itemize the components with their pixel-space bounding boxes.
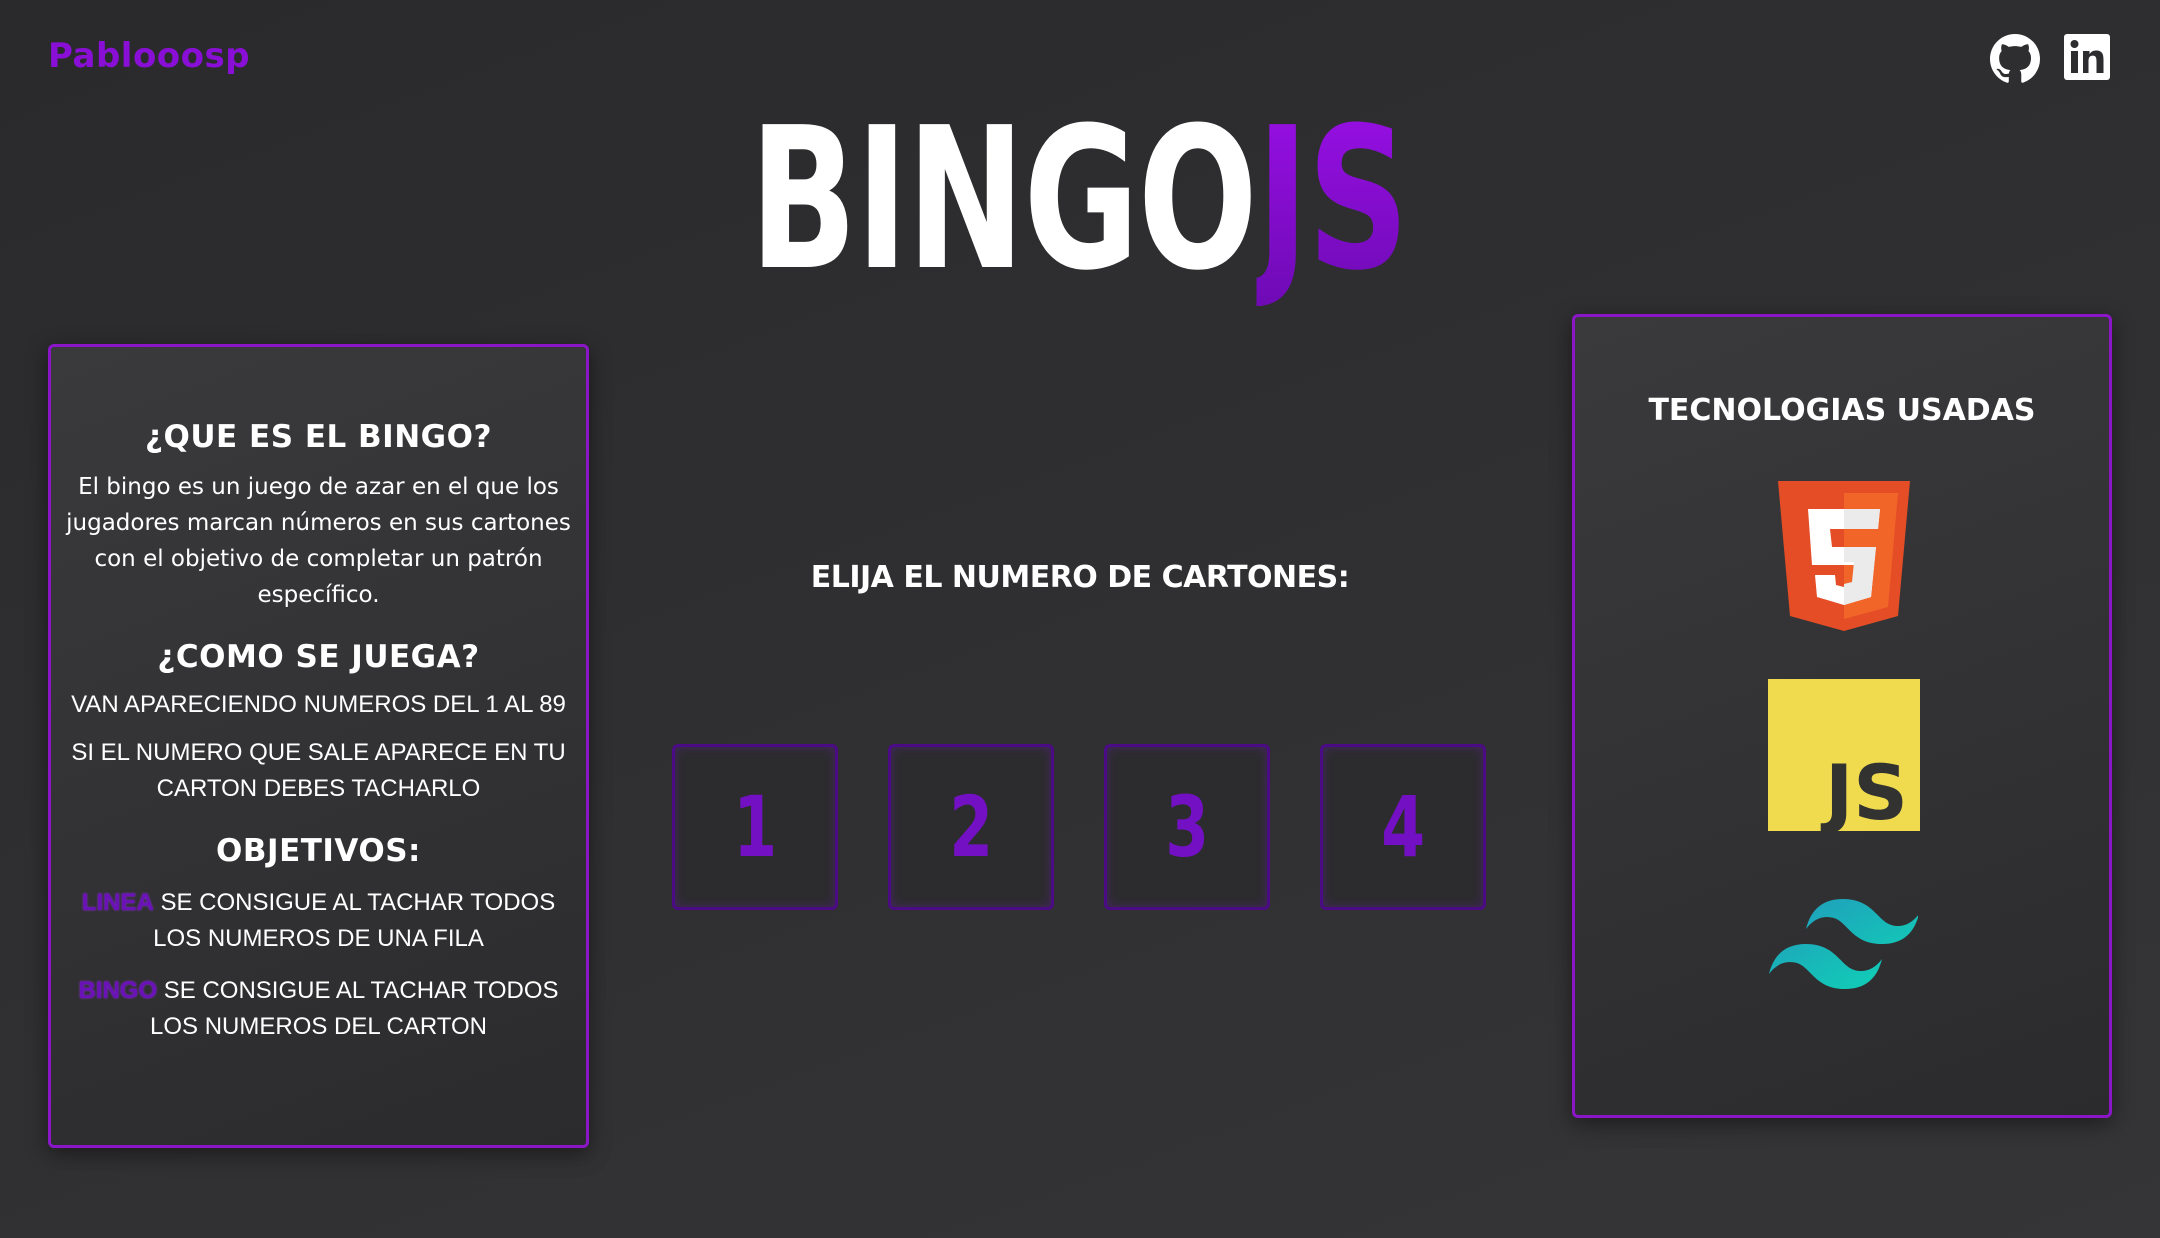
keyword-linea: LINEA xyxy=(81,889,154,916)
objective-bingo-text: SE CONSIGUE AL TACHAR TODOS LOS NUMEROS … xyxy=(150,977,559,1040)
rule-1: VAN APARECIENDO NUMEROS DEL 1 AL 89 xyxy=(71,691,566,718)
objective-bingo: BINGO SE CONSIGUE AL TACHAR TODOS LOS NU… xyxy=(61,973,576,1045)
cards-option-4-button[interactable]: 4 xyxy=(1320,744,1486,910)
social-links xyxy=(1990,34,2114,84)
cards-option-label: 2 xyxy=(949,778,993,876)
linkedin-icon[interactable] xyxy=(2064,34,2114,84)
info-panel: ¿QUE ES EL BINGO? El bingo es un juego d… xyxy=(48,344,589,1148)
javascript-icon-label: JS xyxy=(1820,748,1908,831)
cards-option-1-button[interactable]: 1 xyxy=(672,744,838,910)
tech-panel: TECNOLOGIAS USADAS JS xyxy=(1572,314,2112,1118)
objective-linea-text: SE CONSIGUE AL TACHAR TODOS LOS NUMEROS … xyxy=(153,889,556,952)
title-bingo: BINGO xyxy=(749,86,1258,314)
what-text: El bingo es un juego de azar en el que l… xyxy=(66,474,571,608)
objectives-heading: OBJETIVOS: xyxy=(216,833,421,869)
keyword-bingo: BINGO xyxy=(78,977,158,1004)
tech-heading: TECNOLOGIAS USADAS xyxy=(1648,393,2036,428)
what-heading: ¿QUE ES EL BINGO? xyxy=(145,419,492,455)
html5-icon xyxy=(1778,481,1910,631)
brand-name[interactable]: Pablooosp xyxy=(48,36,250,76)
cards-prompt: ELIJA EL NUMERO DE CARTONES: xyxy=(810,560,1350,595)
javascript-icon: JS xyxy=(1768,679,1920,831)
cards-option-label: 3 xyxy=(1165,778,1209,876)
how-heading: ¿COMO SE JUEGA? xyxy=(157,639,480,675)
cards-option-label: 4 xyxy=(1381,778,1425,876)
title-js: JS xyxy=(1256,86,1409,314)
github-icon[interactable] xyxy=(1990,34,2040,84)
cards-option-2-button[interactable]: 2 xyxy=(888,744,1054,910)
objective-linea: LINEA SE CONSIGUE AL TACHAR TODOS LOS NU… xyxy=(61,885,576,957)
cards-option-label: 1 xyxy=(733,778,777,876)
page-title: BINGOJS xyxy=(301,100,1856,300)
tailwind-icon xyxy=(1769,899,1918,989)
rule-2: SI EL NUMERO QUE SALE APARECE EN TU CART… xyxy=(71,739,566,802)
cards-option-3-button[interactable]: 3 xyxy=(1104,744,1270,910)
